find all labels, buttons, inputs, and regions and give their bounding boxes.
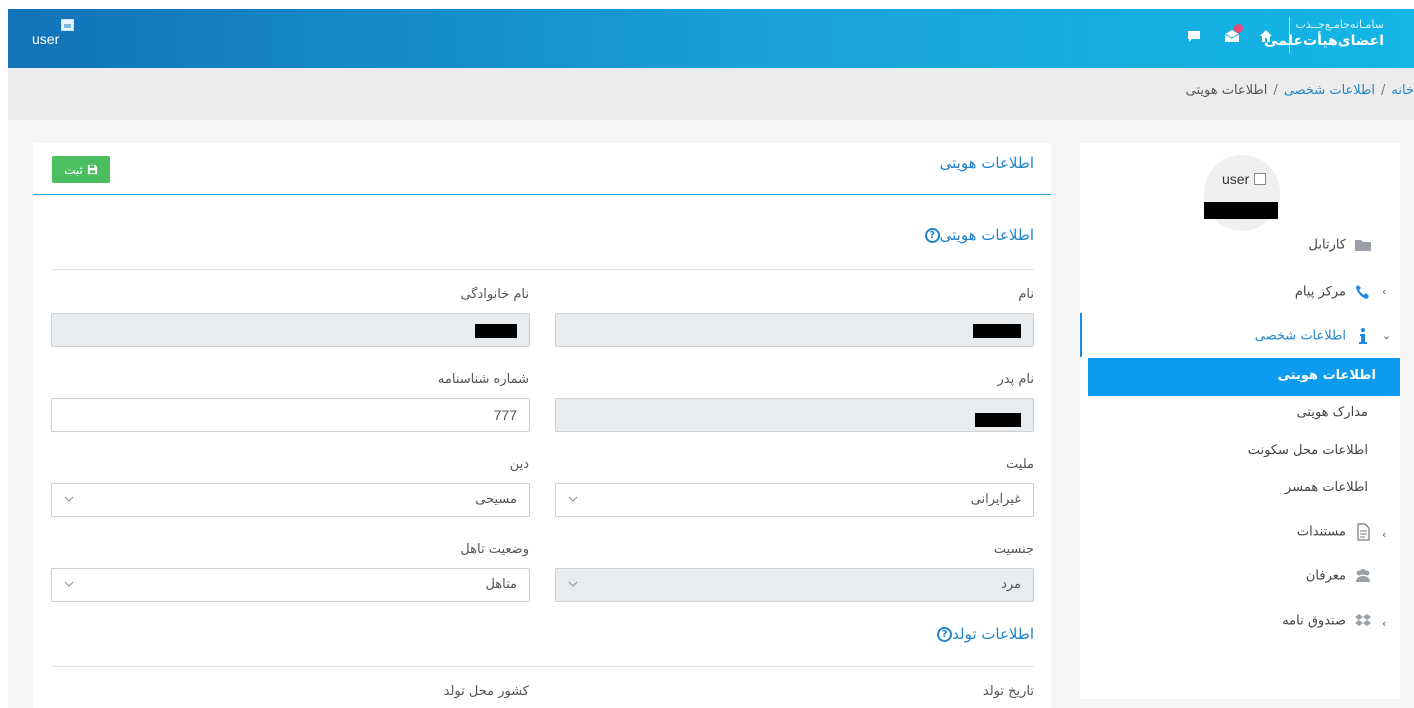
section-divider (51, 666, 1034, 667)
broken-image-icon (1254, 173, 1266, 185)
folder-icon (1354, 236, 1372, 254)
users-icon (1354, 567, 1372, 585)
sidebar-subitem-documents[interactable]: مدارک هویتی (1297, 405, 1368, 420)
sidebar-item-sandogh[interactable]: صندوق نامه (1282, 612, 1372, 630)
section-title-birth: اطلاعات تولد? (933, 625, 1034, 643)
chevron-down-icon (64, 579, 74, 589)
broken-image-icon (61, 19, 74, 31)
user-alt-text: user (32, 31, 60, 47)
sidebar-item-label: اطلاعات شخصی (1254, 328, 1346, 344)
mail-icon[interactable] (1224, 24, 1243, 44)
chevron-down-icon[interactable]: ⌄ (1382, 329, 1392, 342)
breadcrumb-bar: خانه / اطلاعات شخصی / اطلاعات هویتی (8, 68, 1414, 120)
marital-label: وضعیت تاهل (460, 542, 529, 557)
sidebar-subitem-residence[interactable]: اطلاعات محل سکونت (1248, 443, 1368, 458)
chevron-left-icon[interactable]: ‹ (1382, 285, 1392, 298)
father-name-field[interactable] (555, 398, 1034, 432)
sidebar-item-payam[interactable]: مرکز پیام (1295, 283, 1372, 301)
birth-date-label: تاریخ تولد (982, 684, 1034, 699)
sidebar-subitem-label: اطلاعات هویتی (1277, 368, 1376, 383)
page: user سامـانه‌جامـع‌جــذب اعضای‌هیأت‌علمی… (0, 0, 1414, 708)
gender-value: مرد (1001, 577, 1021, 592)
brand-line-1: سامـانه‌جامـع‌جــذب (1295, 18, 1385, 31)
marital-select[interactable]: متاهل (51, 568, 530, 602)
help-icon[interactable]: ? (937, 627, 953, 642)
nationality-select[interactable]: غیرایرانی (555, 483, 1034, 517)
chevron-down-icon (568, 494, 578, 504)
first-name-label: نام (1018, 287, 1034, 302)
sidebar-item-moarefan[interactable]: معرفان (1306, 567, 1372, 585)
father-name-label: نام پدر (997, 372, 1034, 387)
identity-panel: اطلاعات هویتی ثبت اطلاعات هویتی? نام نام… (33, 143, 1051, 708)
religion-select[interactable]: مسیحی (51, 483, 530, 517)
sidebar-item-label: معرفان (1305, 568, 1346, 584)
breadcrumb-separator: / (1381, 83, 1386, 98)
redacted-value (975, 413, 1021, 427)
panel-header-divider (33, 194, 1051, 195)
save-button[interactable]: ثبت (52, 156, 110, 183)
avatar-alt-text: user (1222, 171, 1250, 187)
chevron-down-icon (64, 494, 74, 504)
sidebar-item-label: کارتابل (1308, 237, 1346, 253)
gender-label: جنسیت (993, 542, 1034, 557)
last-name-label: نام خانوادگی (460, 287, 529, 302)
religion-value: مسیحی (475, 492, 517, 507)
chevron-left-icon[interactable]: ‹ (1382, 617, 1392, 630)
chevron-down-icon (568, 579, 578, 589)
info-icon (1354, 327, 1372, 345)
id-number-value: 777 (493, 407, 517, 423)
sidebar-subitem-spouse[interactable]: اطلاعات همسر (1285, 480, 1368, 495)
breadcrumb: خانه / اطلاعات شخصی / اطلاعات هویتی (1186, 83, 1414, 98)
chat-icon[interactable] (1186, 28, 1202, 44)
redacted-value (475, 324, 517, 338)
section-title-text: اطلاعات تولد (952, 625, 1034, 643)
gender-select[interactable]: مرد (555, 568, 1034, 602)
id-number-label: شماره شناسنامه (437, 372, 529, 387)
nationality-value: غیرایرانی (970, 492, 1021, 507)
help-icon[interactable]: ? (924, 228, 940, 243)
section-title-text: اطلاعات هویتی (939, 226, 1034, 244)
left-gap (0, 0, 8, 708)
section-divider (51, 269, 1034, 270)
active-indicator (1080, 313, 1082, 357)
first-name-field[interactable] (555, 313, 1034, 347)
mail-badge (1234, 24, 1243, 33)
dropbox-icon (1354, 612, 1372, 630)
sidebar-item-mostanadat[interactable]: مستندات (1297, 523, 1372, 541)
breadcrumb-personal-link[interactable]: اطلاعات شخصی (1284, 83, 1375, 98)
sidebar-item-label: صندوق نامه (1282, 613, 1346, 629)
brand-line-2: اعضای‌هیأت‌علمی (1264, 33, 1384, 49)
section-title-identity: اطلاعات هویتی? (921, 226, 1034, 244)
user-avatar-broken-image[interactable]: user (32, 19, 74, 47)
phone-icon (1354, 283, 1372, 301)
breadcrumb-home-link[interactable]: خانه (1391, 83, 1414, 98)
top-header: user سامـانه‌جامـع‌جــذب اعضای‌هیأت‌علمی (8, 9, 1414, 68)
sidebar-subitem-identity[interactable]: اطلاعات هویتی (1088, 358, 1400, 396)
nationality-label: ملیت (1006, 457, 1034, 472)
save-label: ثبت (64, 162, 83, 177)
breadcrumb-separator: / (1273, 83, 1278, 98)
birth-country-label: کشور محل تولد (443, 684, 529, 699)
redacted-value (973, 324, 1021, 338)
sidebar: user کارتابل ‹ مرکز پیام ⌄ اطلاعات شخصی … (1080, 143, 1400, 699)
breadcrumb-current: اطلاعات هویتی (1185, 83, 1268, 98)
marital-value: متاهل (485, 577, 517, 592)
religion-label: دین (509, 457, 529, 472)
id-number-input[interactable]: 777 (51, 398, 530, 432)
sidebar-item-label: مستندات (1296, 524, 1346, 540)
chevron-left-icon[interactable]: ‹ (1382, 528, 1392, 541)
sidebar-avatar: user (1204, 155, 1280, 231)
sidebar-item-kartabl[interactable]: کارتابل (1309, 236, 1372, 254)
floppy-disk-icon (87, 164, 97, 175)
panel-title: اطلاعات هویتی (939, 154, 1034, 172)
redacted-user-name (1204, 202, 1278, 219)
file-text-icon (1354, 523, 1372, 541)
sidebar-item-personal[interactable]: اطلاعات شخصی (1255, 327, 1372, 345)
last-name-field[interactable] (51, 313, 530, 347)
sidebar-item-label: مرکز پیام (1294, 284, 1346, 300)
brand-logo[interactable]: سامـانه‌جامـع‌جــذب اعضای‌هیأت‌علمی (1264, 18, 1384, 50)
